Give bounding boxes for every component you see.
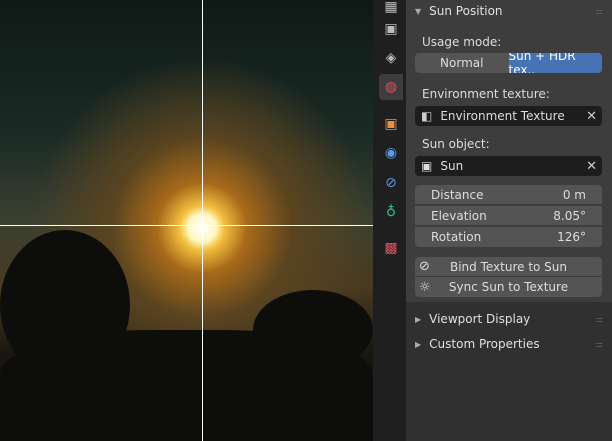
elevation-value: 8.05°	[553, 208, 586, 223]
rotation-field[interactable]: Rotation 126°	[415, 227, 602, 247]
drag-grip-icon[interactable]: ::::	[595, 315, 603, 324]
expand-triangle-icon: ▶	[415, 339, 422, 349]
rotation-label: Rotation	[431, 230, 482, 244]
tab-view-layer[interactable]: ◈	[379, 45, 403, 71]
rotation-value: 126°	[557, 230, 586, 244]
tab-light[interactable]: ♁	[379, 199, 403, 225]
clear-sun-object-icon[interactable]: ✕	[586, 159, 597, 174]
viewport-display-label: Viewport Display	[429, 312, 531, 326]
tab-texture[interactable]: ▩	[379, 235, 403, 261]
custom-properties-label: Custom Properties	[429, 337, 540, 351]
crosshair-horizontal	[0, 225, 373, 226]
sun-object-field[interactable]: ▣ Sun ✕	[415, 156, 602, 176]
env-texture-field[interactable]: ◧ Environment Texture ✕	[415, 106, 602, 126]
view-layer-icon: ◈	[385, 50, 397, 66]
drag-grip-icon[interactable]: ::::	[595, 340, 603, 349]
custom-properties-header[interactable]: ▶ Custom Properties ::::	[406, 333, 612, 355]
object-icon: ▣	[384, 116, 398, 132]
sun-position-header[interactable]: ▼ Sun Position ::::	[406, 0, 612, 22]
distance-field[interactable]: Distance 0 m	[415, 185, 602, 205]
distance-label: Distance	[431, 187, 484, 202]
checker-texture-icon: ▩	[384, 240, 398, 256]
usage-mode-label: Usage mode:	[422, 35, 502, 49]
light-bulb-icon: ♁	[385, 204, 397, 220]
sync-sun-button[interactable]: ☼ Sync Sun to Texture	[415, 277, 602, 297]
env-texture-value: Environment Texture	[440, 109, 565, 123]
distance-value: 0 m	[562, 187, 586, 202]
render-icon: ▦	[384, 0, 398, 15]
constraint-icon: ⊘	[385, 175, 397, 191]
crosshair-vertical	[202, 0, 203, 441]
sun-position-panel: ▼ Sun Position :::: Usage mode: Normal S…	[406, 0, 612, 441]
viewport-display-header[interactable]: ▶ Viewport Display ::::	[406, 308, 612, 330]
clear-env-texture-icon[interactable]: ✕	[586, 109, 597, 124]
elevation-label: Elevation	[431, 208, 487, 223]
constraint-icon: ⊘	[419, 259, 430, 274]
physics-icon: ◉	[384, 145, 398, 161]
tab-object[interactable]: ▣	[379, 111, 403, 137]
panel-title: Sun Position	[429, 4, 503, 18]
collapse-triangle-icon: ▼	[415, 6, 422, 16]
mode-sun-hdr-button[interactable]: Sun + HDR tex..	[508, 53, 602, 73]
tab-constraints[interactable]: ⊘	[379, 170, 403, 196]
properties-tabs: ▦ ▣ ◈ ◍ ▣ ◉ ⊘ ♁ ▩	[373, 0, 406, 441]
env-texture-label: Environment texture:	[422, 87, 550, 101]
bind-texture-label: Bind Texture to Sun	[449, 259, 568, 274]
tab-physics[interactable]: ◉	[379, 140, 403, 166]
elevation-field[interactable]: Elevation 8.05°	[415, 206, 602, 226]
texture-node-icon: ◧	[421, 109, 433, 123]
bush-silhouette	[253, 290, 373, 370]
usage-mode-toggle: Normal Sun + HDR tex..	[415, 53, 602, 73]
drag-grip-icon[interactable]: ::::	[595, 7, 603, 16]
sun-icon: ☼	[419, 279, 431, 295]
sun-object-value: Sun	[440, 159, 464, 173]
image-icon: ▣	[384, 21, 398, 37]
mode-normal-button[interactable]: Normal	[415, 53, 509, 73]
hdr-viewport[interactable]	[0, 0, 373, 441]
tab-render[interactable]: ▦	[379, 0, 403, 15]
tab-world[interactable]: ◍	[379, 74, 403, 100]
object-icon: ▣	[421, 159, 433, 173]
sun-object-label: Sun object:	[422, 137, 490, 151]
world-icon: ◍	[384, 79, 398, 95]
expand-triangle-icon: ▶	[415, 314, 422, 324]
bind-texture-button[interactable]: ⊘ Bind Texture to Sun	[415, 257, 602, 277]
tab-output[interactable]: ▣	[379, 16, 403, 42]
sync-sun-label: Sync Sun to Texture	[448, 280, 569, 294]
